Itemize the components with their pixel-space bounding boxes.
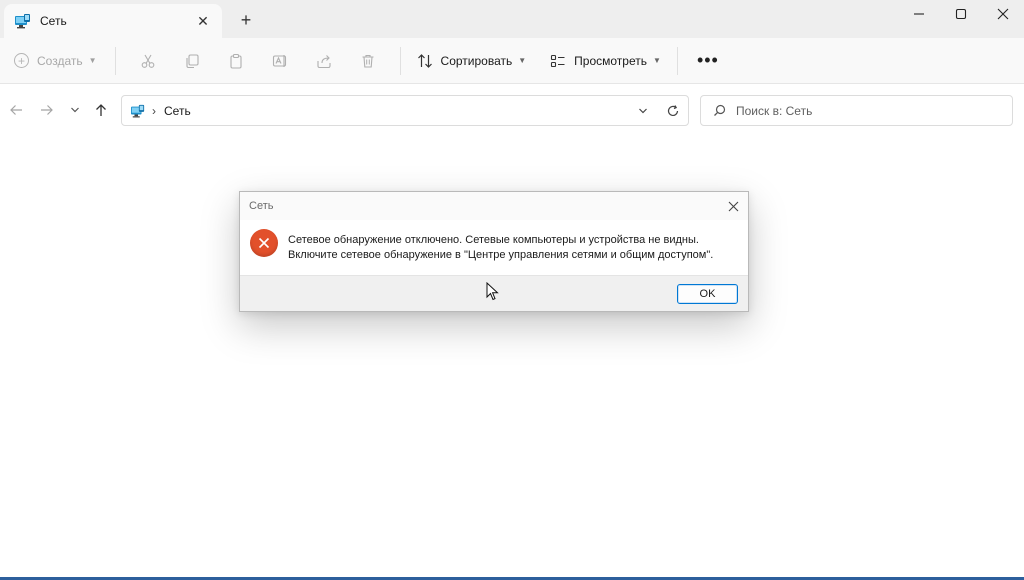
arrow-left-icon (10, 105, 22, 115)
chevron-down-icon (639, 108, 647, 113)
clipboard-icon (229, 53, 242, 69)
view-icon (551, 54, 565, 67)
dialog-body: Сетевое обнаружение отключено. Сетевые к… (240, 220, 748, 275)
refresh-icon (667, 104, 679, 116)
breadcrumb-network[interactable]: Сеть (164, 104, 628, 118)
divider (676, 46, 678, 75)
maximize-icon[interactable] (940, 0, 982, 28)
copy-button[interactable] (170, 45, 214, 77)
dialog-close-icon[interactable] (718, 193, 748, 219)
share-icon (316, 54, 331, 68)
plus-circle-icon: + (14, 53, 29, 68)
dialog-title: Сеть (249, 200, 274, 212)
divider (114, 46, 116, 75)
cut-button[interactable] (126, 45, 170, 77)
trash-icon (362, 54, 374, 68)
network-folder-icon (131, 104, 145, 117)
error-x-icon (250, 229, 278, 257)
chevron-down-icon (71, 107, 79, 113)
arrow-right-icon (41, 105, 53, 115)
sort-button[interactable]: Сортировать ▼ (411, 45, 533, 77)
rename-button[interactable] (258, 45, 302, 77)
divider (399, 46, 401, 75)
rename-icon (272, 54, 286, 67)
dialog-message-line1: Сетевое обнаружение отключено. Сетевые к… (288, 234, 699, 246)
close-window-icon[interactable] (982, 0, 1024, 28)
tab-network[interactable]: Сеть ✕ (4, 4, 222, 38)
search-icon (714, 104, 726, 116)
minimize-icon[interactable] (898, 0, 940, 28)
tab-close-icon[interactable]: ✕ (190, 8, 216, 34)
title-bar: Сеть ✕ + (0, 0, 1024, 38)
recent-locations-button[interactable] (63, 97, 87, 123)
sort-label: Сортировать (440, 53, 513, 68)
address-history-button[interactable] (628, 97, 658, 125)
up-button[interactable] (89, 97, 113, 123)
back-button[interactable] (4, 97, 28, 123)
ok-button[interactable]: OK (677, 283, 738, 304)
chevron-down-icon: ▼ (518, 56, 527, 65)
arrow-up-icon (96, 104, 106, 116)
breadcrumb-separator[interactable]: › (152, 104, 156, 118)
dialog-message-line2: Включите сетевое обнаружение в "Центре у… (288, 249, 714, 261)
command-bar: + Создать ▼ Сортировать ▼ Просмотреть ▼ … (0, 38, 1024, 84)
dialog-message: Сетевое обнаружение отключено. Сетевые к… (288, 229, 713, 263)
dialog-title-bar[interactable]: Сеть (240, 192, 748, 220)
create-button[interactable]: + Создать ▼ (14, 45, 105, 77)
scissors-icon (141, 54, 154, 68)
more-options-button[interactable]: ••• (688, 45, 728, 77)
create-label: Создать (37, 53, 83, 68)
sort-icon (417, 53, 432, 68)
window-controls (898, 0, 1024, 28)
forward-button[interactable] (35, 97, 59, 123)
network-folder-icon (15, 14, 30, 29)
chevron-down-icon: ▼ (88, 56, 97, 65)
paste-button[interactable] (214, 45, 258, 77)
share-button[interactable] (302, 45, 346, 77)
refresh-button[interactable] (658, 97, 688, 125)
new-tab-button[interactable]: + (234, 8, 258, 32)
view-label: Просмотреть (574, 53, 647, 68)
delete-button[interactable] (346, 45, 390, 77)
search-input[interactable] (736, 103, 1012, 118)
tab-title: Сеть (40, 14, 67, 28)
chevron-down-icon: ▼ (652, 56, 661, 65)
search-box[interactable] (700, 95, 1013, 126)
address-bar[interactable]: › Сеть (121, 95, 689, 126)
view-button[interactable]: Просмотреть ▼ (544, 45, 667, 77)
mouse-cursor-icon (486, 282, 499, 301)
copy-icon (185, 53, 199, 68)
